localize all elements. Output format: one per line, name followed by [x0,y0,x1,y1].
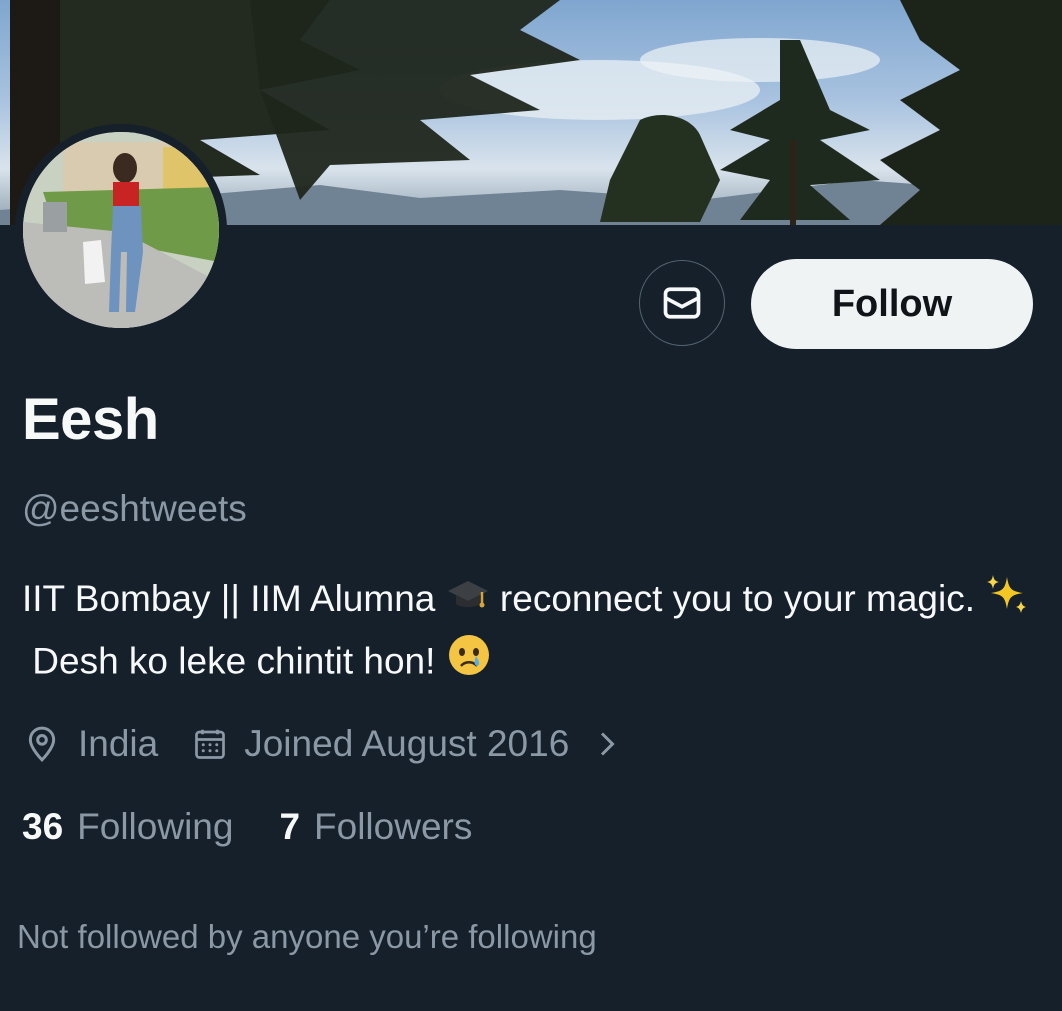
calendar-icon [195,729,226,759]
bio-text-2: reconnect you to your magic. [499,578,975,619]
profile-bio: IIT Bombay || IIM Alumna reconnect you t… [22,570,1042,695]
followed-by-note: Not followed by anyone you’re following [17,918,597,955]
profile-name: Eesh [22,387,159,452]
profile-handle: @eeshtweets [22,488,247,529]
joined-text: Joined August 2016 [244,723,570,764]
follow-button[interactable]: Follow [751,259,1033,349]
following-link[interactable]: 36 Following [22,806,233,848]
follow-counts: 36 Following 7 Followers [22,806,472,848]
message-button[interactable] [639,260,725,346]
followers-count: 7 [279,806,301,847]
graduation-cap-emoji [446,572,490,630]
avatar-photo [23,132,219,328]
location-text: India [78,723,159,764]
following-label: Following [77,806,234,847]
bio-text-3: Desh ko leke chintit hon! [32,640,436,681]
bio-text-1: IIT Bombay || IIM Alumna [22,578,436,619]
meta-expand[interactable] [595,726,621,762]
followers-label: Followers [314,806,473,847]
location-item: India [22,723,158,765]
location-pin-icon [28,726,56,762]
followers-link[interactable]: 7 Followers [279,806,472,848]
profile-meta: India Joined August 2016 [22,716,621,772]
joined-item: Joined August 2016 [192,723,569,765]
crying-face-emoji [446,632,492,695]
sparkles-emoji [985,571,1029,632]
profile-avatar[interactable] [15,124,227,336]
following-count: 36 [22,806,64,847]
chevron-right-icon[interactable] [595,726,621,762]
envelope-icon [663,287,701,319]
